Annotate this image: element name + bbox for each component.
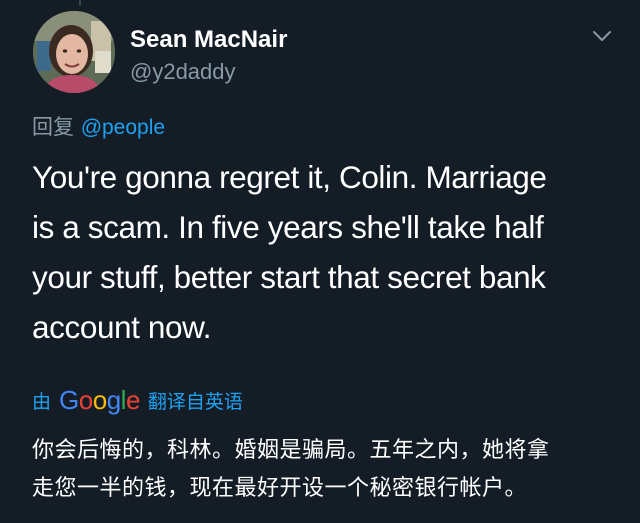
author-handle[interactable]: @y2daddy (130, 59, 236, 85)
tweet-text-line: your stuff, better start that secret ban… (32, 259, 546, 295)
reply-context: 回复 @people (32, 111, 165, 141)
translation-prefix: 由 (32, 390, 52, 413)
translated-text: 你会后悔的，科林。婚姻是骗局。五年之内，她将拿 走您一半的钱，现在最好开设一个秘… (32, 432, 632, 508)
thread-connector-line (79, 0, 81, 6)
reply-mention-link[interactable]: @people (81, 116, 165, 139)
google-logo-letter: g (106, 384, 121, 415)
google-logo-letter: o (92, 384, 107, 415)
translated-text-line: 走您一半的钱，现在最好开设一个秘密银行帐户。 (32, 476, 528, 501)
chevron-down-icon[interactable] (592, 29, 612, 43)
translation-credit[interactable]: 由 Google 翻译自英语 (32, 383, 243, 417)
google-logo-letter: G (59, 384, 79, 415)
google-logo: Google (59, 385, 140, 416)
google-logo-letter: o (78, 384, 93, 415)
profile-photo-icon (33, 11, 115, 93)
tweet-text-line: account now. (32, 309, 212, 345)
tweet-text-line: is a scam. In five years she'll take hal… (32, 209, 544, 245)
reply-prefix: 回复 (32, 115, 74, 139)
google-logo-letter: e (125, 384, 140, 415)
translated-text-line: 你会后悔的，科林。婚姻是骗局。五年之内，她将拿 (32, 438, 550, 463)
tweet-detail: Sean MacNair @y2daddy 回复 @people You're … (0, 0, 640, 523)
author-name[interactable]: Sean MacNair (130, 26, 287, 54)
tweet-text-line: You're gonna regret it, Colin. Marriage (32, 159, 547, 195)
translation-suffix: 翻译自英语 (147, 390, 243, 413)
tweet-text: You're gonna regret it, Colin. Marriage … (32, 152, 622, 352)
avatar[interactable] (33, 11, 115, 93)
